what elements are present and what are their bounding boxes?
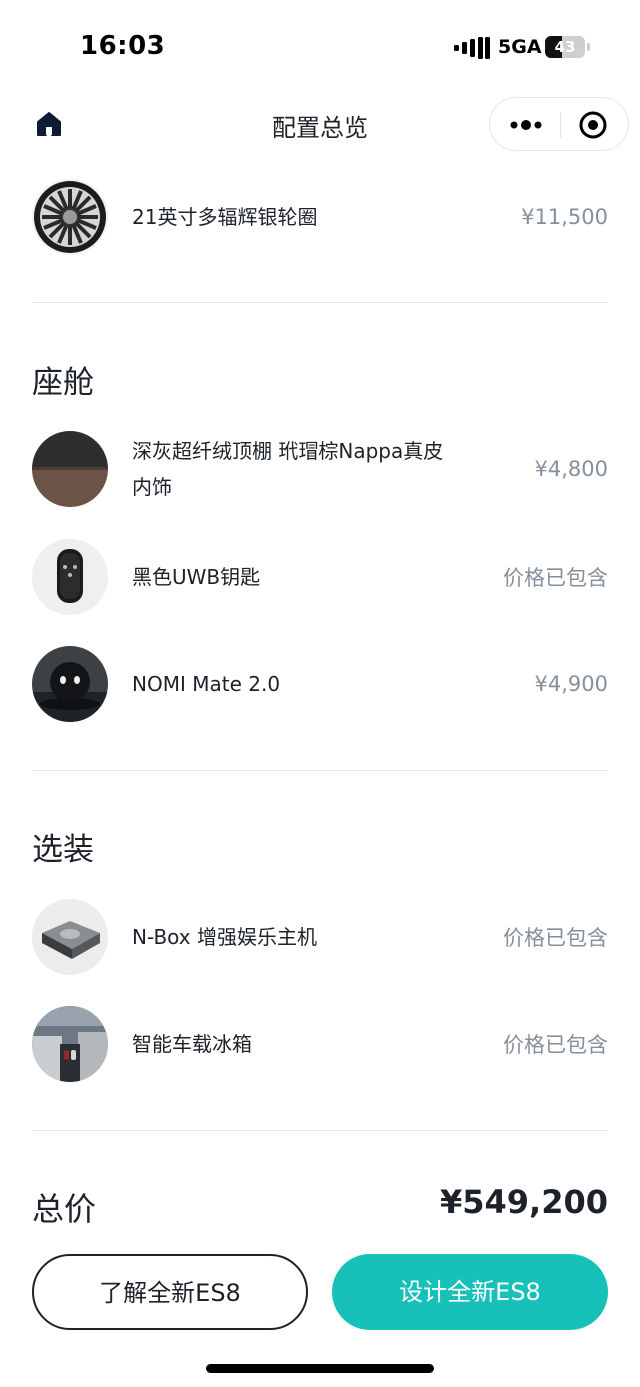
nomi-thumbnail <box>32 646 108 722</box>
config-item-wheels: 21英寸多辐辉银轮圈 ¥11,500 <box>32 179 608 255</box>
item-price: 价格已包含 <box>503 566 608 590</box>
item-price: 价格已包含 <box>503 1033 608 1057</box>
item-price: ¥4,900 <box>534 672 608 696</box>
target-circle-icon[interactable] <box>578 110 608 140</box>
mini-program-capsule <box>489 97 629 151</box>
battery-level: 43 <box>554 38 576 56</box>
divider <box>32 1130 608 1131</box>
capsule-divider <box>560 112 561 138</box>
item-name: 黑色UWB钥匙 <box>132 565 261 589</box>
battery-tip <box>587 43 590 51</box>
more-dots-icon[interactable] <box>508 113 544 137</box>
item-name: N-Box 增强娱乐主机 <box>132 925 317 949</box>
learn-es8-button[interactable]: 了解全新ES8 <box>32 1254 308 1330</box>
interior-thumbnail <box>32 431 108 507</box>
item-name: 深灰超纤绒顶棚 玳瑁棕Nappa真皮内饰 <box>132 439 444 499</box>
config-item-nbox: N-Box 增强娱乐主机 价格已包含 <box>32 899 608 975</box>
config-item-nomi: NOMI Mate 2.0 ¥4,900 <box>32 646 608 722</box>
nav-bar: 配置总览 <box>0 96 640 152</box>
nbox-thumbnail <box>32 899 108 975</box>
battery-icon: 43 <box>545 36 585 58</box>
divider <box>32 770 608 771</box>
section-title-cabin: 座舱 <box>32 365 94 401</box>
total-price: ¥549,200 <box>439 1183 608 1221</box>
total-label: 总价 <box>32 1190 97 1228</box>
status-bar: 16:03 5GA 43 <box>0 0 640 92</box>
item-name: 21英寸多辐辉银轮圈 <box>132 205 318 229</box>
divider <box>32 302 608 303</box>
fridge-thumbnail <box>32 1006 108 1082</box>
wheel-thumbnail <box>32 179 108 255</box>
config-item-interior: 深灰超纤绒顶棚 玳瑁棕Nappa真皮内饰 ¥4,800 <box>32 431 608 507</box>
design-es8-button[interactable]: 设计全新ES8 <box>332 1254 608 1330</box>
network-type: 5GA <box>498 36 542 58</box>
config-item-fridge: 智能车载冰箱 价格已包含 <box>32 1006 608 1082</box>
config-item-key: 黑色UWB钥匙 价格已包含 <box>32 539 608 615</box>
item-name: NOMI Mate 2.0 <box>132 672 281 696</box>
item-name: 智能车载冰箱 <box>132 1032 252 1056</box>
item-price: ¥11,500 <box>521 205 608 229</box>
section-title-options: 选装 <box>32 832 94 868</box>
item-price: ¥4,800 <box>534 457 608 481</box>
status-time: 16:03 <box>80 31 166 61</box>
home-indicator[interactable] <box>206 1364 434 1373</box>
signal-icon <box>454 37 490 59</box>
key-thumbnail <box>32 539 108 615</box>
item-price: 价格已包含 <box>503 926 608 950</box>
